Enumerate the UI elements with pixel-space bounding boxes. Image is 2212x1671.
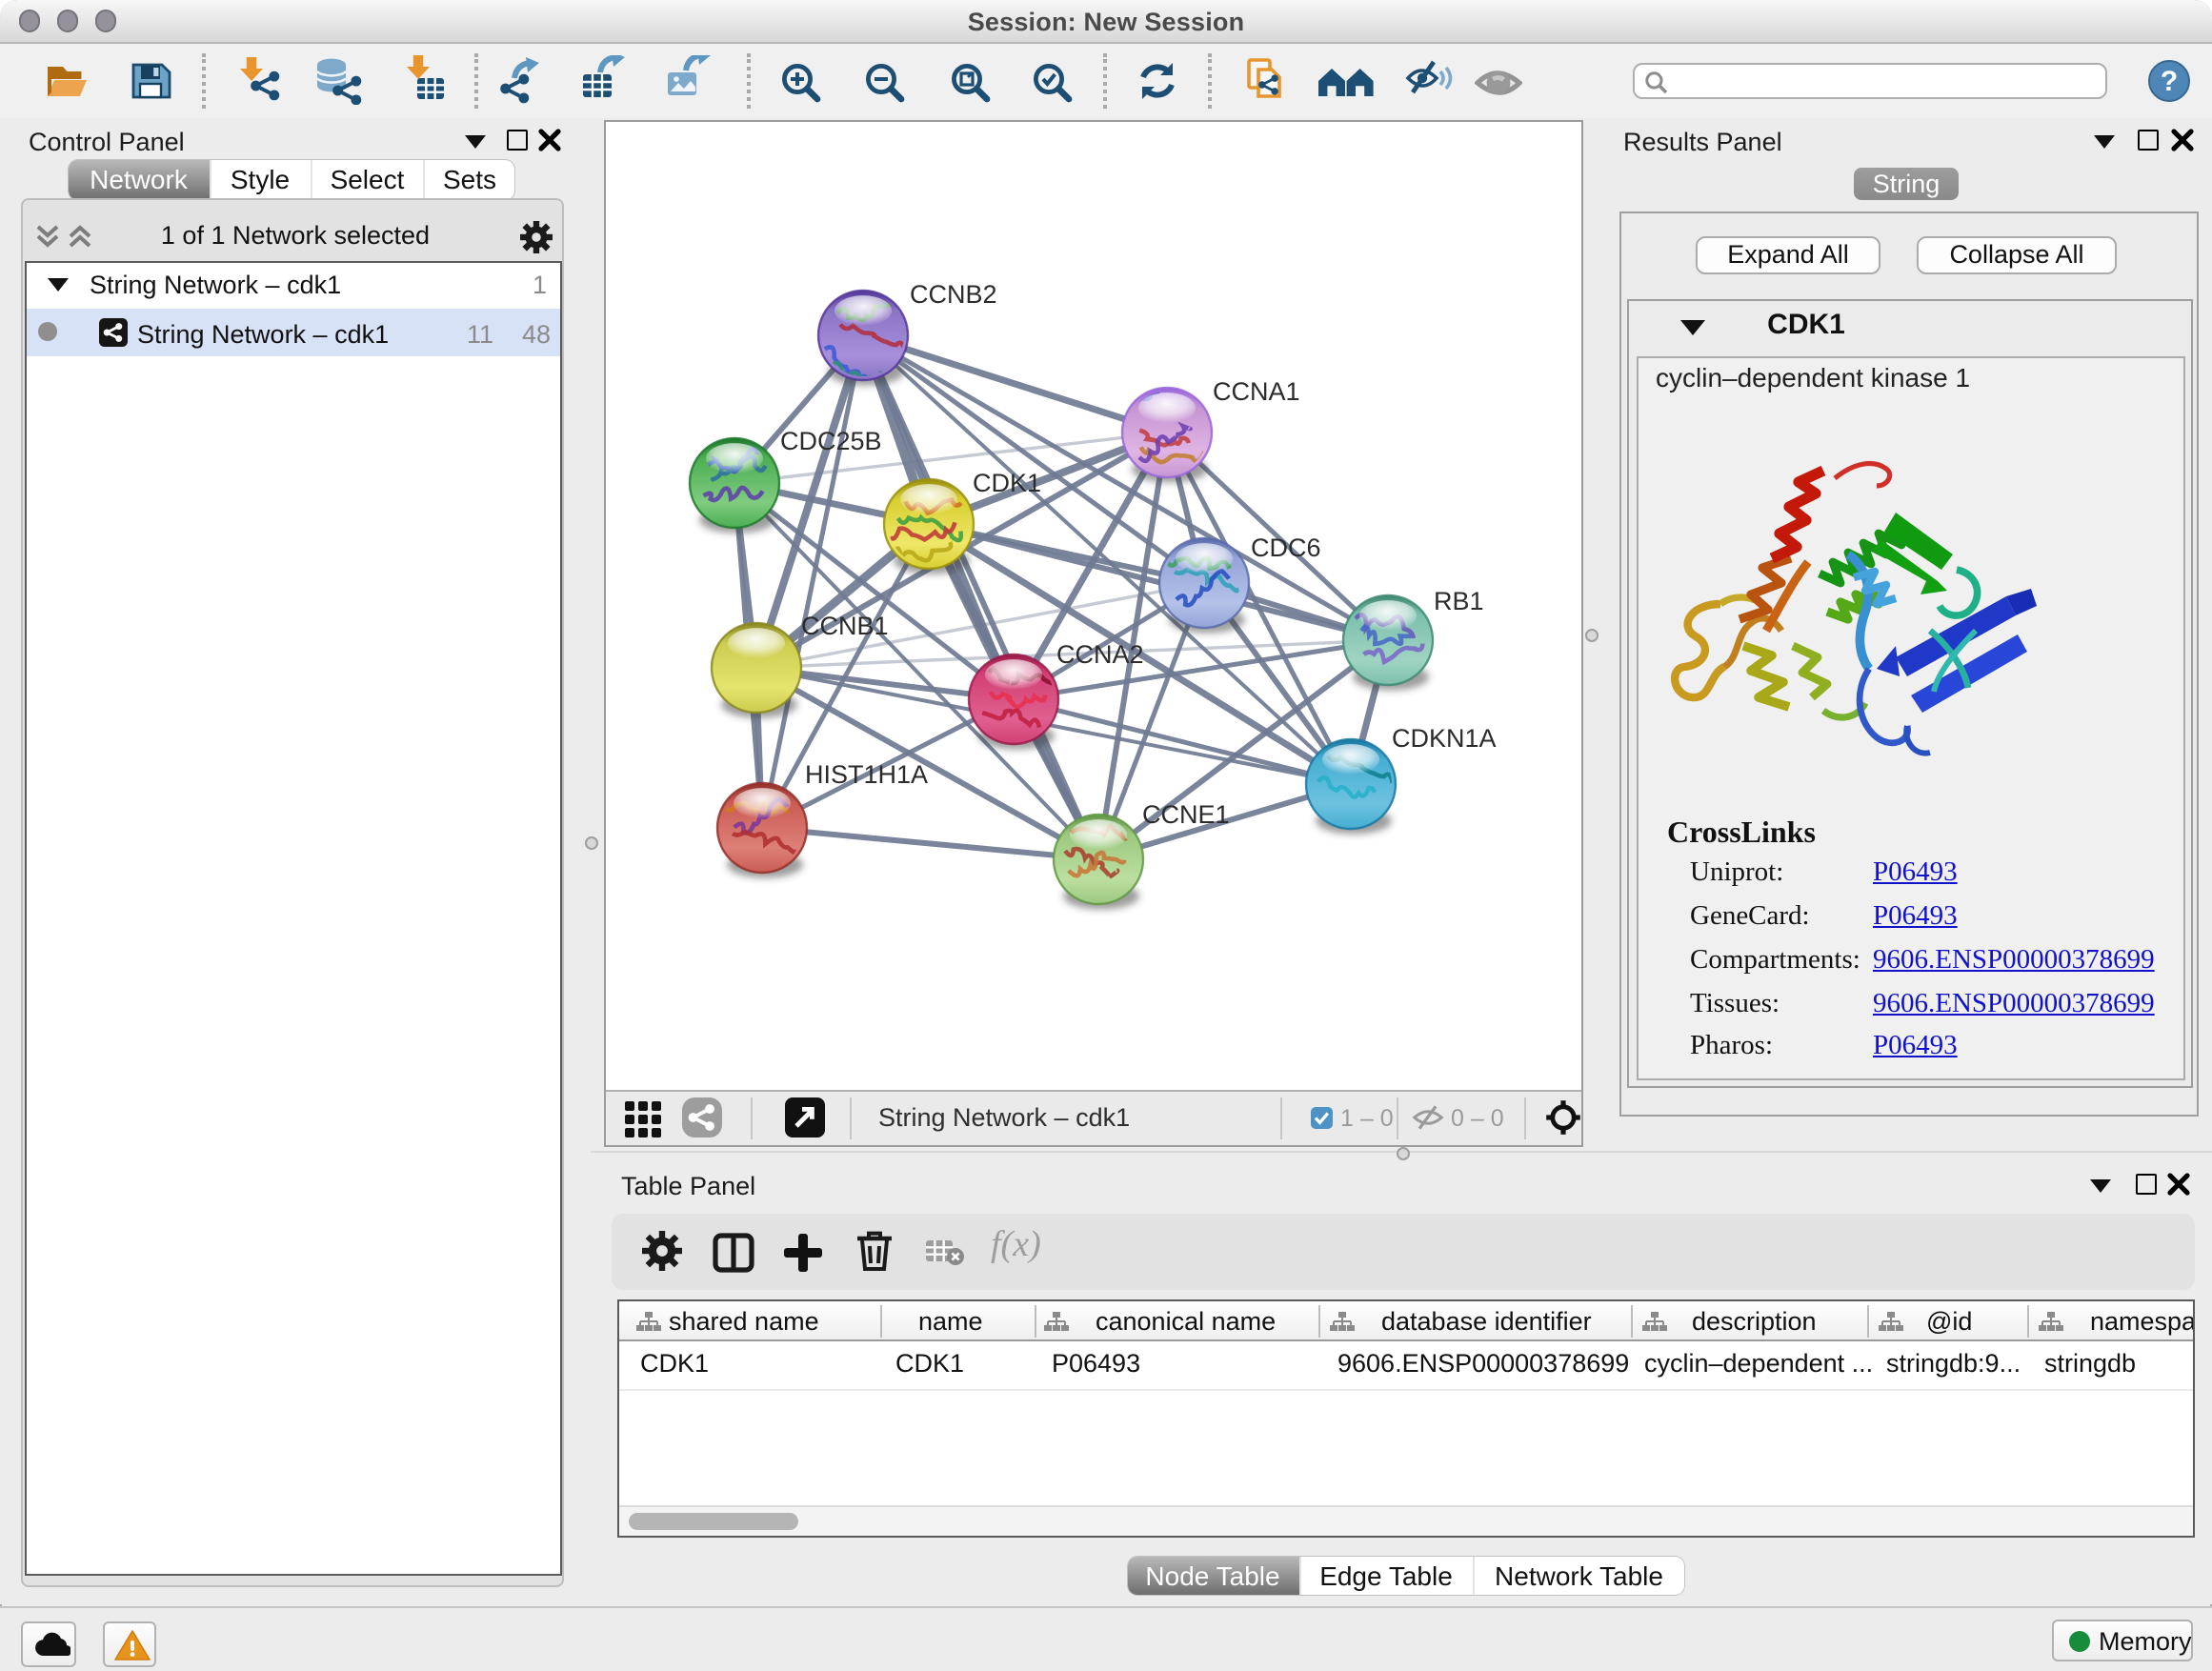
svg-text:CDK1: CDK1 xyxy=(972,469,1040,497)
svg-text:CDC6: CDC6 xyxy=(1250,534,1320,562)
svg-text:CCNB1: CCNB1 xyxy=(800,612,888,640)
svg-text:CDKN1A: CDKN1A xyxy=(1391,724,1496,753)
svg-text:CCNA1: CCNA1 xyxy=(1212,377,1299,406)
svg-text:CCNB2: CCNB2 xyxy=(909,280,996,309)
svg-text:RB1: RB1 xyxy=(1433,587,1483,615)
svg-text:?: ? xyxy=(2160,65,2177,96)
svg-text:CCNE1: CCNE1 xyxy=(1141,800,1229,829)
svg-text:CCNA2: CCNA2 xyxy=(1056,640,1143,669)
svg-text:HIST1H1A: HIST1H1A xyxy=(804,760,927,789)
svg-text:CDC25B: CDC25B xyxy=(779,427,881,455)
